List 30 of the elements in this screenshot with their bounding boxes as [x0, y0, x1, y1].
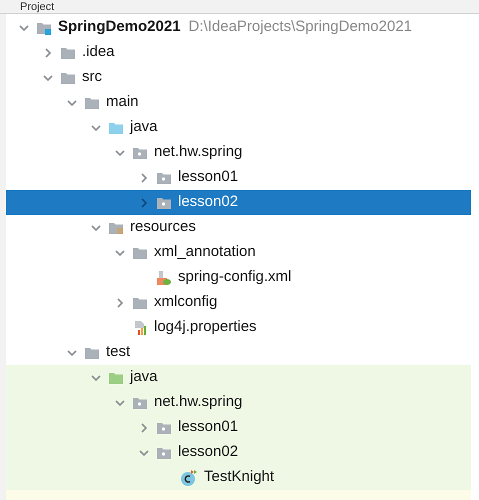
item-label: test — [106, 342, 130, 362]
item-label: resources — [130, 217, 196, 238]
item-label: TestKnight — [204, 467, 274, 488]
item-label: src — [82, 67, 102, 88]
xml-file-icon — [156, 270, 172, 286]
tree-item[interactable]: TestKnight — [6, 465, 471, 490]
item-label: SpringDemo2021 — [58, 17, 181, 38]
item-label: net.hw.spring — [154, 142, 242, 162]
project-path: D:\IdeaProjects\SpringDemo2021 — [188, 17, 412, 38]
item-label: java — [130, 367, 158, 388]
item-label: .idea — [82, 42, 115, 62]
tree-item[interactable]: lesson02 — [6, 440, 471, 465]
item-label: main — [106, 92, 139, 112]
item-label: spring-config.xml — [178, 267, 292, 288]
properties-file-icon — [132, 320, 148, 336]
tree-item[interactable]: lesson01 — [6, 415, 471, 440]
item-label: lesson01 — [178, 417, 238, 438]
tree-item[interactable]: lesson02 — [6, 190, 471, 215]
item-label: net.hw.spring — [154, 392, 242, 412]
panel-title: Project — [20, 0, 54, 12]
item-label: log4j.properties — [154, 317, 257, 338]
item-label: lesson02 — [178, 442, 238, 462]
item-label: xmlconfig — [154, 292, 218, 312]
item-label: lesson01 — [178, 167, 238, 188]
item-label: java — [130, 117, 158, 138]
class-file-icon — [180, 468, 198, 486]
tree-item[interactable]: net.hw.spring — [6, 390, 471, 415]
item-label: xml_annotation — [154, 242, 256, 262]
item-label: lesson02 — [178, 192, 238, 212]
tree-item[interactable]: java — [6, 365, 471, 390]
